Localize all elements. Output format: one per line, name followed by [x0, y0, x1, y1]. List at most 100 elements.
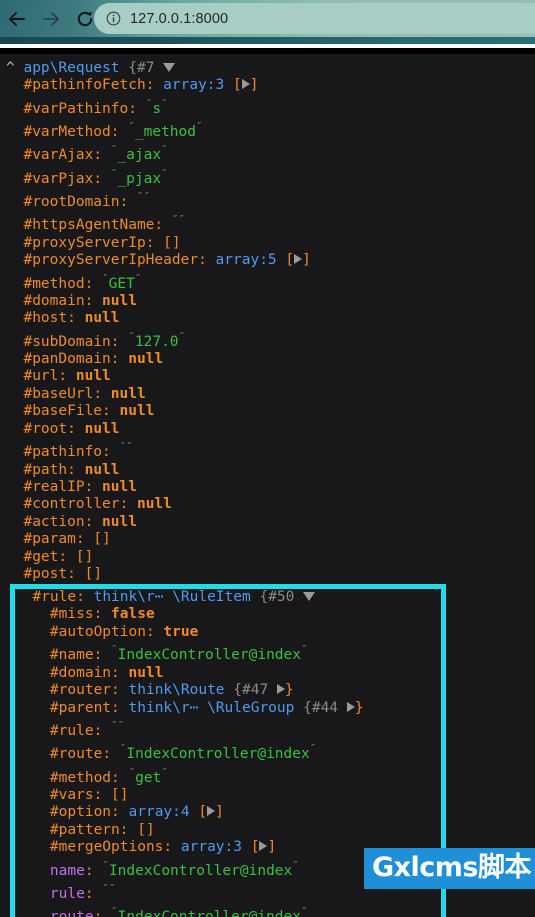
dump-row[interactable]: #action: null — [0, 514, 535, 531]
site-info-icon[interactable] — [106, 11, 121, 26]
property-name: #rule — [32, 589, 77, 605]
property-name: #httpsAgentName — [23, 217, 155, 234]
class-name: think\Route — [128, 682, 225, 699]
dump-row[interactable]: #varPathinfo: ″s″ — [0, 95, 535, 118]
dump-row[interactable]: #varPjax: ″_pjax″ — [0, 165, 535, 188]
expand-triangle-icon[interactable] — [259, 841, 268, 852]
expand-triangle-icon[interactable] — [294, 254, 303, 265]
dump-row[interactable]: #autoOption: true — [15, 624, 535, 641]
dump-row[interactable]: #rule: ″″ — [15, 717, 535, 740]
property-name: #param — [23, 531, 76, 548]
root-object-id: {#7 — [128, 60, 155, 76]
dump-row[interactable]: #panDomain: null — [0, 351, 535, 368]
property-name: #baseUrl — [23, 385, 94, 402]
dump-row[interactable]: #pathinfoFetch: array:3 [] — [0, 77, 535, 94]
dump-row[interactable]: #realIP: null — [0, 479, 535, 496]
dump-row[interactable]: #get: [] — [0, 549, 535, 566]
dump-row[interactable]: #domain: null — [15, 665, 535, 682]
colon: : — [128, 100, 137, 117]
caret-icon: ^ — [6, 60, 15, 76]
back-button[interactable] — [0, 0, 34, 37]
property-name: route — [50, 909, 94, 917]
dump-header-row[interactable]: ^ app\Request {#7 — [0, 60, 535, 77]
quote-close: ″ — [143, 190, 151, 204]
property-name: #router — [49, 682, 112, 699]
dump-row[interactable]: #host: null — [0, 310, 535, 327]
dump-row[interactable]: #router: think\Route {#47 } — [15, 682, 535, 699]
quote-close: ″ — [178, 213, 186, 227]
property-name: #post — [23, 566, 68, 583]
keyword-value: null — [75, 368, 111, 385]
dump-row[interactable]: #varMethod: ″_method″ — [0, 118, 535, 141]
dump-row[interactable]: #method: ″GET″ — [0, 270, 535, 293]
dump-row[interactable]: route: ″IndexController@index″ — [15, 903, 535, 917]
collapse-triangle-icon[interactable] — [163, 62, 176, 72]
dump-row[interactable]: #name: ″IndexController@index″ — [15, 641, 535, 664]
array-count: array:3 — [180, 839, 242, 856]
dump-row[interactable]: #root: null — [0, 421, 535, 438]
colon: : — [84, 513, 94, 530]
colon: : — [93, 170, 103, 187]
dump-row[interactable]: #rootDomain: ″″ — [0, 188, 535, 211]
quote-open: ″ — [136, 190, 144, 204]
expand-triangle-icon[interactable] — [346, 701, 355, 712]
object-id: {#50 — [259, 589, 295, 605]
dump-row[interactable]: #subDomain: ″127.0″ — [0, 328, 535, 351]
colon: : — [84, 292, 94, 309]
dump-row[interactable]: #param: [] — [0, 531, 535, 548]
dump-row[interactable]: #httpsAgentName: ″″ — [0, 211, 535, 234]
quote-close: ″ — [134, 271, 142, 285]
array-count: array:4 — [128, 804, 190, 821]
dump-row[interactable]: #route: ″IndexController@index″ — [15, 740, 535, 763]
dump-row[interactable]: #proxyServerIp: [] — [0, 235, 535, 252]
property-name: #proxyServerIp — [23, 234, 146, 251]
dump-row[interactable]: #pathinfo: ″″ — [0, 438, 535, 461]
property-name: #vars — [49, 786, 94, 803]
dump-row[interactable]: #path: null — [0, 462, 535, 479]
collapse-triangle-icon[interactable] — [303, 591, 316, 601]
screenshot-root: 127.0.0.1:8000 ^ app\Request {#7 #pathin… — [0, 0, 535, 917]
string-value: IndexController@index — [118, 909, 301, 917]
colon: : — [111, 699, 120, 716]
property-name: rule — [49, 885, 85, 902]
colon: : — [76, 589, 85, 605]
dump-row[interactable]: #varAjax: ″_ajax″ — [0, 141, 535, 164]
dump-row[interactable]: #option: array:4 [] — [15, 804, 535, 821]
keyword-value: null — [102, 513, 137, 530]
expand-triangle-icon[interactable] — [207, 806, 216, 817]
colon: : — [102, 746, 112, 763]
expand-triangle-icon[interactable] — [241, 79, 250, 90]
address-bar[interactable]: 127.0.0.1:8000 — [94, 3, 535, 34]
dump-row[interactable]: #method: ″get″ — [15, 764, 535, 787]
dump-row[interactable]: #url: null — [0, 368, 535, 385]
property-name: #controller — [23, 496, 120, 513]
dump-row[interactable]: #rule: think\r⋯ \RuleItem {#50 — [15, 589, 535, 606]
property-name: #varPjax — [23, 170, 94, 187]
property-name: #get — [23, 548, 59, 565]
property-name: #pathinfoFetch — [23, 77, 146, 94]
quote-close: ″ — [178, 329, 186, 343]
dump-row[interactable]: #domain: null — [0, 293, 535, 310]
colon: : — [93, 606, 103, 623]
url-text[interactable]: 127.0.0.1:8000 — [130, 11, 228, 27]
colon: : — [102, 444, 111, 461]
dump-row[interactable]: #baseFile: null — [0, 403, 535, 420]
property-name: #name — [49, 647, 94, 664]
dump-row[interactable]: #miss: false — [15, 606, 535, 623]
dump-row[interactable]: #vars: [] — [15, 787, 535, 804]
dump-row[interactable]: #post: [] — [0, 566, 535, 583]
dump-row[interactable]: #baseUrl: null — [0, 386, 535, 403]
keyword-value: null — [119, 403, 155, 420]
reload-icon — [77, 10, 93, 26]
dump-row[interactable]: #pattern: [] — [15, 822, 535, 839]
quote-open: ″ — [111, 643, 118, 657]
dump-row[interactable]: #proxyServerIpHeader: array:5 [] — [0, 252, 535, 269]
dump-row[interactable]: #parent: think\r⋯ \RuleGroup {#44 } — [15, 700, 535, 717]
quote-close: ″ — [161, 166, 168, 180]
keyword-value: null — [136, 496, 172, 513]
property-name: #mergeOptions — [49, 839, 164, 856]
expand-triangle-icon[interactable] — [276, 684, 285, 695]
dump-row[interactable]: #controller: null — [0, 496, 535, 513]
forward-button[interactable] — [34, 0, 68, 37]
colon: : — [119, 193, 129, 210]
